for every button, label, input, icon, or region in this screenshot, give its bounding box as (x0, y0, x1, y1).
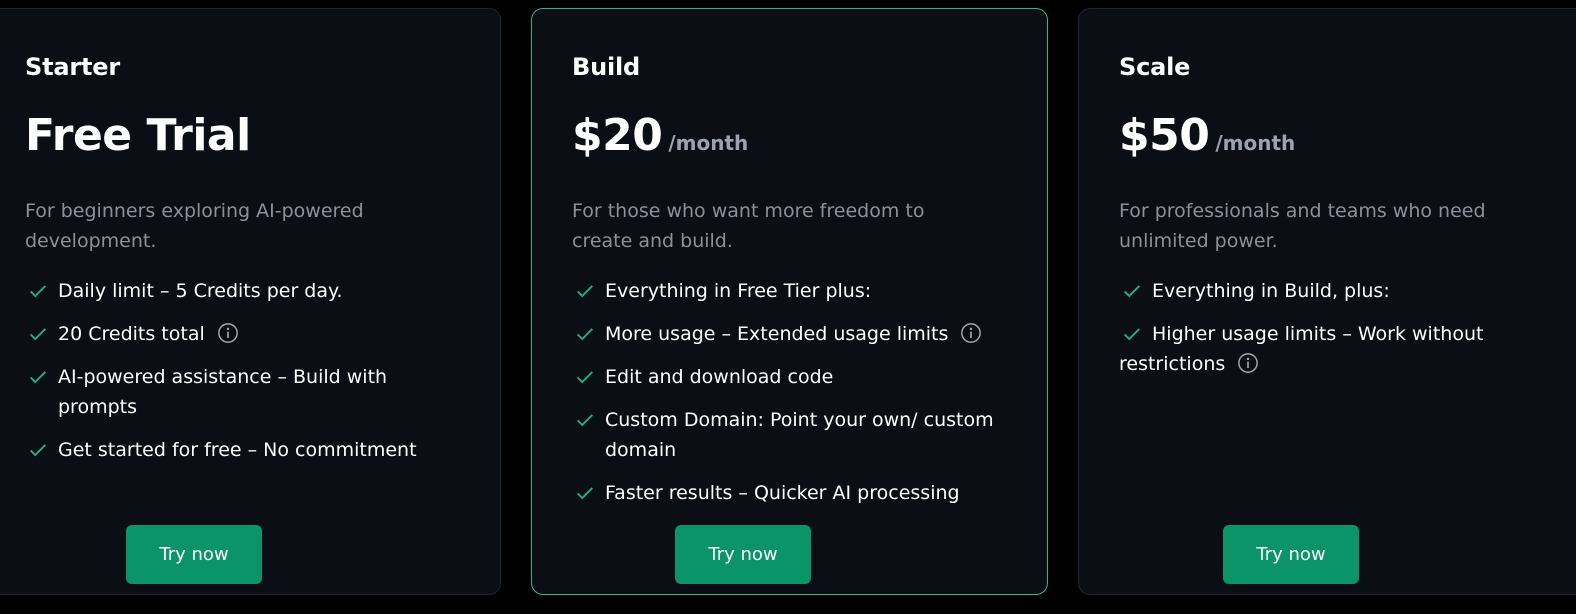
pricing-section: Starter Free Trial For beginners explori… (0, 0, 1576, 614)
feature-text: Higher usage limits – Work without restr… (1119, 323, 1484, 375)
plan-price-unit: /month (1215, 131, 1296, 155)
plan-card-build: Build $20 /month For those who want more… (531, 8, 1048, 595)
check-icon (1124, 285, 1140, 298)
feature-list: Everything in Build, plus: Higher usage … (1119, 276, 1557, 392)
check-icon (577, 414, 593, 427)
plan-price: Free Trial (25, 109, 251, 163)
info-icon[interactable] (217, 322, 239, 344)
feature-list: Everything in Free Tier plus: More usage… (572, 276, 1007, 521)
plan-price-unit: /month (668, 131, 749, 155)
try-now-button[interactable]: Try now (126, 525, 262, 584)
check-icon (577, 487, 593, 500)
plan-card-starter: Starter Free Trial For beginners explori… (0, 8, 501, 595)
plan-card-scale: Scale $50 /month For professionals and t… (1078, 8, 1576, 595)
feature-text: More usage – Extended usage limits (605, 323, 949, 345)
try-now-button[interactable]: Try now (1223, 525, 1359, 584)
feature-text: AI-powered assistance – Build with promp… (58, 366, 388, 418)
check-icon (30, 444, 46, 457)
feature-item: Get started for free – No commitment (25, 435, 460, 465)
feature-item: More usage – Extended usage limits (572, 319, 1007, 349)
feature-text: Custom Domain: Point your own/ custom do… (605, 409, 994, 461)
check-icon (1124, 328, 1140, 341)
plan-price: $20 /month (572, 109, 748, 163)
feature-text: Edit and download code (605, 366, 834, 388)
feature-text: Everything in Free Tier plus: (605, 280, 872, 302)
plan-tier: Build (572, 53, 641, 81)
check-icon (577, 328, 593, 341)
feature-text: Get started for free – No commitment (58, 439, 417, 461)
info-icon[interactable] (1237, 352, 1259, 374)
feature-text: Faster results – Quicker AI processing (605, 482, 960, 504)
check-icon (30, 285, 46, 298)
feature-item: Faster results – Quicker AI processing (572, 478, 1007, 508)
feature-item: Edit and download code (572, 362, 1007, 392)
check-icon (30, 328, 46, 341)
info-icon[interactable] (960, 322, 982, 344)
feature-text: Daily limit – 5 Credits per day. (58, 280, 343, 302)
plan-tier: Scale (1119, 53, 1191, 81)
feature-item: Everything in Build, plus: (1119, 276, 1557, 306)
check-icon (577, 285, 593, 298)
plan-description: For professionals and teams who need unl… (1119, 200, 1486, 252)
plan-price-amount: Free Trial (25, 110, 251, 161)
feature-list: Daily limit – 5 Credits per day. 20 Cred… (25, 276, 460, 478)
plan-description: For those who want more freedom to creat… (572, 200, 925, 252)
feature-item: 20 Credits total (25, 319, 460, 349)
feature-text: Everything in Build, plus: (1152, 280, 1390, 302)
try-now-button[interactable]: Try now (675, 525, 811, 584)
feature-item: Custom Domain: Point your own/ custom do… (572, 405, 1007, 465)
feature-item: AI-powered assistance – Build with promp… (25, 362, 460, 422)
check-icon (577, 371, 593, 384)
feature-text: 20 Credits total (58, 323, 205, 345)
plan-price: $50 /month (1119, 109, 1295, 163)
feature-item: Everything in Free Tier plus: (572, 276, 1007, 306)
plan-price-amount: $50 (1119, 110, 1210, 161)
plan-description: For beginners exploring AI-powered devel… (25, 200, 364, 252)
check-icon (30, 371, 46, 384)
feature-item: Daily limit – 5 Credits per day. (25, 276, 460, 306)
plan-price-amount: $20 (572, 110, 663, 161)
plan-tier: Starter (25, 53, 120, 81)
feature-item: Higher usage limits – Work without restr… (1119, 319, 1557, 379)
